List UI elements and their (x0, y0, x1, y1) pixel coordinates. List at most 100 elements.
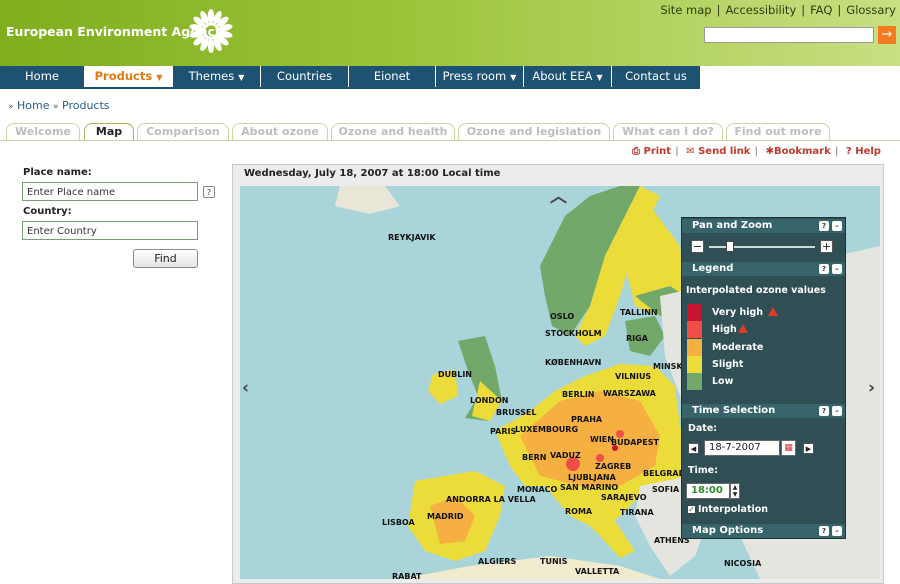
print-link[interactable]: Print (643, 146, 671, 157)
legend-title: Legend (692, 263, 734, 274)
eea-logo-icon[interactable] (186, 6, 236, 56)
calendar-icon[interactable]: ▦ (781, 440, 796, 456)
city-label: BERN (522, 453, 547, 462)
map-control-panel: Pan and Zoom? – − + Legend? – Interpolated… (681, 217, 846, 539)
city-label: BUDAPEST (611, 438, 659, 447)
tab-comparison[interactable]: Comparison (137, 123, 229, 140)
legend-header[interactable]: Legend? – (682, 262, 845, 276)
nav-press-room[interactable]: Press room ▼ (436, 66, 524, 87)
country-label: Country: (23, 206, 72, 217)
tab-underline (0, 140, 900, 141)
nav-home[interactable]: Home (0, 66, 85, 87)
send-link[interactable]: Send link (698, 146, 750, 157)
search-go-button[interactable]: → (878, 26, 896, 44)
breadcrumb-arrow-icon: » (53, 102, 59, 112)
legend-subtitle: Interpolated ozone values (686, 285, 826, 296)
faq-link[interactable]: FAQ (810, 3, 832, 17)
nav-label: Press room (442, 69, 507, 83)
nav-underline (0, 87, 700, 89)
zoom-in-button[interactable]: + (820, 240, 833, 253)
city-label: MADRID (427, 512, 464, 521)
top-links: Site map | Accessibility | FAQ | Glossary (660, 3, 896, 17)
city-label: MINSK (653, 362, 683, 371)
print-icon: ⎙ (632, 146, 640, 157)
legend-label: Very high (712, 307, 764, 318)
time-input[interactable]: 18:00 (686, 483, 730, 499)
city-label: SARAJEVO (601, 493, 647, 502)
interpolation-checkbox[interactable]: ✓ (687, 505, 696, 514)
minimize-icon[interactable]: – (832, 264, 842, 274)
search-input[interactable] (704, 27, 874, 43)
city-label: ROMA (565, 507, 593, 516)
legend-label: Slight (712, 359, 744, 370)
help-icon[interactable]: ? (819, 264, 829, 274)
nav-products[interactable]: Products ▼ (85, 66, 173, 87)
city-label: REYKJAVIK (388, 233, 436, 242)
warning-icon (768, 307, 778, 316)
pan-left-icon[interactable]: ‹ (242, 378, 249, 398)
date-input[interactable]: 18-7-2007 (704, 440, 780, 456)
legend-swatch (687, 321, 702, 338)
pan-zoom-header[interactable]: Pan and Zoom? – (682, 219, 845, 233)
city-label: TALLINN (620, 308, 658, 317)
country-input[interactable]: Enter Country (22, 221, 198, 240)
city-label: STOCKHOLM (545, 329, 602, 338)
map-options-header[interactable]: Map Options? – (682, 524, 845, 538)
map-options-title: Map Options (692, 525, 764, 536)
zoom-out-button[interactable]: − (691, 240, 704, 253)
zoom-slider-track[interactable] (709, 246, 815, 248)
legend-swatch (687, 339, 702, 356)
site-header: European Environment Agency Site map | Acc… (0, 0, 900, 66)
date-prev-button[interactable]: ◀ (688, 443, 699, 454)
pan-right-icon[interactable]: › (868, 378, 875, 398)
minimize-icon[interactable]: – (832, 406, 842, 416)
city-label: PARIS (490, 427, 517, 436)
help-icon[interactable]: ? (819, 526, 829, 536)
minimize-icon[interactable]: – (832, 221, 842, 231)
date-label: Date: (688, 423, 718, 434)
sitemap-link[interactable]: Site map (660, 3, 711, 17)
tab-map[interactable]: Map (84, 123, 134, 140)
mail-icon: ✉ (686, 146, 695, 157)
city-label: DUBLIN (438, 370, 473, 379)
time-selection-header[interactable]: Time Selection? – (682, 404, 845, 418)
tab-what-can-i-do[interactable]: What can I do? (613, 123, 723, 140)
breadcrumb-home[interactable]: Home (17, 99, 49, 112)
glossary-link[interactable]: Glossary (846, 3, 896, 17)
city-label: VILNIUS (615, 372, 652, 381)
tab-about-ozone[interactable]: About ozone (232, 123, 328, 140)
city-label: RABAT (392, 572, 422, 579)
tab-ozone-and-health[interactable]: Ozone and health (331, 123, 455, 140)
find-button[interactable]: Find (133, 249, 198, 268)
help-icon[interactable]: ? (819, 406, 829, 416)
legend-swatch (687, 304, 702, 321)
tab-ozone-and-legislation[interactable]: Ozone and legislation (458, 123, 610, 140)
breadcrumb-products[interactable]: Products (62, 99, 110, 112)
minimize-icon[interactable]: – (832, 526, 842, 536)
help-icon[interactable]: ? (819, 221, 829, 231)
legend-label: Low (712, 376, 734, 387)
accessibility-link[interactable]: Accessibility (725, 3, 796, 17)
help-button[interactable]: ? (203, 186, 215, 198)
date-next-button[interactable]: ▶ (803, 443, 814, 454)
city-label: VADUZ (550, 451, 581, 460)
tab-welcome[interactable]: Welcome (6, 123, 80, 140)
nav-themes[interactable]: Themes ▼ (173, 66, 261, 87)
place-name-input[interactable]: Enter Place name (22, 182, 198, 201)
nav-countries[interactable]: Countries (261, 66, 349, 87)
pan-up-icon[interactable]: ︿ (550, 186, 567, 207)
zoom-slider-thumb[interactable] (726, 241, 735, 252)
time-spinner-icon[interactable]: ▲ ▼ (730, 483, 740, 499)
city-label: BERLIN (562, 390, 595, 399)
help-link[interactable]: Help (855, 146, 881, 157)
bookmark-link[interactable]: Bookmark (774, 146, 831, 157)
legend-label: Moderate (712, 342, 764, 353)
logo-petal (207, 39, 215, 53)
city-label: MONACO (517, 485, 558, 494)
interpolation-label: Interpolation (698, 504, 769, 515)
nav-about-eea[interactable]: About EEA ▼ (524, 66, 612, 87)
tab-find-out-more[interactable]: Find out more (726, 123, 830, 140)
nav-eionet[interactable]: Eionet (349, 66, 436, 87)
nav-contact-us[interactable]: Contact us (612, 66, 700, 87)
pan-zoom-title: Pan and Zoom (692, 220, 773, 231)
